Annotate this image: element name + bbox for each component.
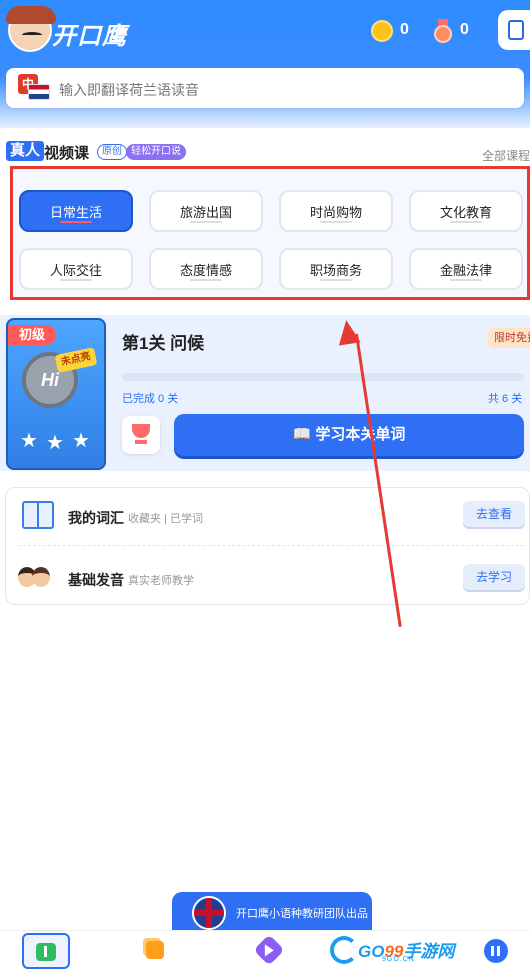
my-vocab-subtitle: 收藏夹 | 已学词 (128, 513, 203, 525)
coin-icon[interactable] (371, 20, 393, 42)
calendar-icon (508, 20, 524, 40)
teachers-icon (18, 563, 50, 591)
calendar-button[interactable] (498, 10, 530, 50)
all-courses-link[interactable]: 全部课程 (482, 147, 530, 164)
star-rating: ★ ★ ★ (20, 428, 94, 454)
view-vocab-button[interactable]: 去查看 (463, 501, 525, 527)
original-badge: 原创 (97, 144, 127, 160)
promo-text: 开口鹰小语种教研团队出品 (236, 908, 368, 920)
language-flag-icon: 中 (18, 74, 50, 102)
easy-speak-badge: 轻松开口说 (126, 144, 186, 160)
trophy-button[interactable] (122, 416, 160, 454)
total-count: 共 6 关 (488, 393, 523, 405)
category-education[interactable]: 文化教育 (409, 190, 523, 232)
watermark-logo: GO99手游网 9GO.CN (330, 933, 460, 967)
translate-search-bar[interactable]: 中 输入即翻译荷兰语读音 (6, 68, 524, 108)
divider (18, 545, 524, 546)
level-tag: 初级 (8, 325, 56, 345)
category-emotions[interactable]: 态度情感 (149, 248, 263, 290)
category-finance-law[interactable]: 金融法律 (409, 248, 523, 290)
app-title: 开口鹰 (52, 23, 127, 50)
category-business[interactable]: 职场商务 (279, 248, 393, 290)
nav-profile-tab[interactable] (472, 933, 520, 969)
coin-count[interactable]: 0 (400, 21, 409, 39)
nav-cards-tab[interactable] (132, 933, 180, 969)
cards-icon (146, 941, 164, 959)
book-icon (22, 501, 54, 529)
nav-video-tab[interactable] (244, 933, 292, 969)
lesson-progress-bar (122, 373, 524, 381)
pronunciation-subtitle: 真实老师教学 (128, 575, 194, 587)
real-person-tag: 真人 (6, 141, 45, 161)
completed-count: 已完成 0 关 (122, 393, 179, 405)
lesson-title: 第1关 问候 (122, 334, 205, 353)
category-social[interactable]: 人际交往 (19, 248, 133, 290)
app-logo-icon (6, 6, 56, 52)
home-icon (36, 943, 56, 961)
category-travel[interactable]: 旅游出国 (149, 190, 263, 232)
learn-pronunciation-button[interactable]: 去学习 (463, 564, 525, 590)
limited-free-tag: 限时免费 (488, 328, 530, 348)
medal-icon[interactable] (432, 19, 454, 43)
my-vocab-title[interactable]: 我的词汇 (68, 508, 124, 528)
nav-home-tab[interactable] (22, 933, 70, 969)
profile-icon (484, 939, 508, 963)
star-icon: ★ (72, 430, 90, 452)
pronunciation-title[interactable]: 基础发音 (68, 570, 124, 590)
annotation-arrow-head (335, 318, 361, 346)
medal-count[interactable]: 0 (460, 21, 469, 39)
study-words-button[interactable]: 📖 学习本关单词 (174, 414, 524, 456)
category-daily-life[interactable]: 日常生活 (19, 190, 133, 232)
trophy-icon (132, 424, 150, 438)
star-icon: ★ (20, 430, 38, 452)
category-shopping[interactable]: 时尚购物 (279, 190, 393, 232)
search-placeholder[interactable]: 输入即翻译荷兰语读音 (59, 80, 199, 100)
uk-flag-icon (192, 896, 226, 930)
section-title: 视频课 (44, 145, 90, 162)
star-icon: ★ (46, 432, 64, 454)
play-icon (253, 934, 285, 966)
